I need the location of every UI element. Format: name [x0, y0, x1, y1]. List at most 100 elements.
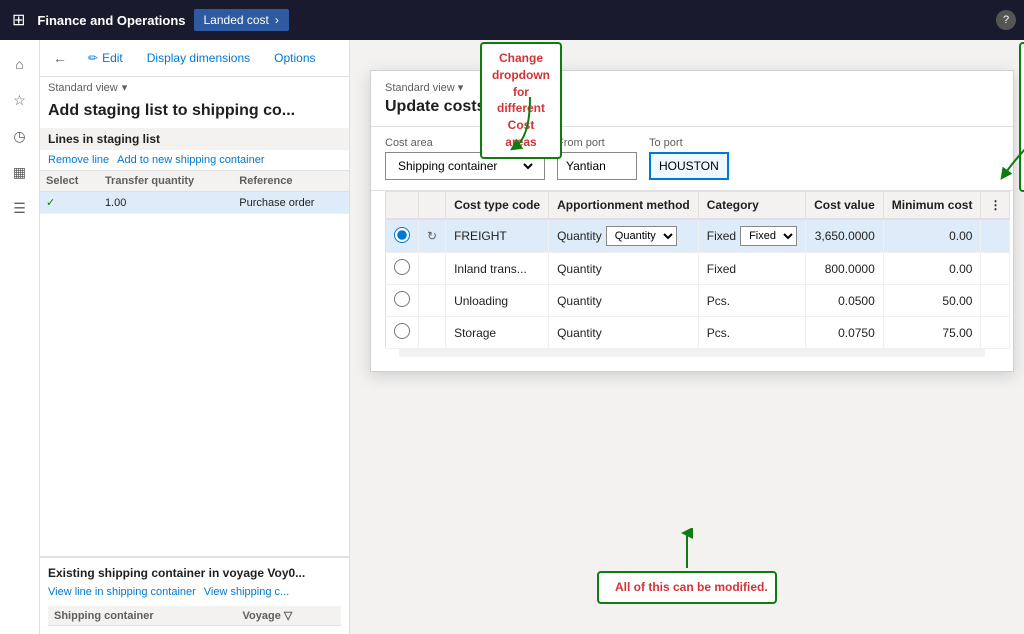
- cost-value-cell: 0.0750: [806, 317, 884, 349]
- sidebar-icon-clock[interactable]: ◷: [4, 120, 36, 152]
- table-row[interactable]: ✓ 1.00 Purchase order: [40, 192, 349, 214]
- sidebar-icons: ⌂ ☆ ◷ ▦ ☰: [0, 40, 40, 634]
- chevron-down-icon: ▾: [122, 81, 128, 94]
- breadcrumb-text: Landed cost: [204, 13, 269, 27]
- remove-line-button[interactable]: Remove line: [48, 154, 109, 166]
- col-apportionment-header: Apportionment method: [549, 192, 699, 220]
- dropdown-arrow: [510, 97, 570, 157]
- col-refresh-header: [419, 192, 446, 220]
- view-shipping-button[interactable]: View shipping c...: [204, 586, 289, 598]
- bottom-table: Shipping container Voyage ▽: [48, 606, 341, 626]
- bottom-arrow: [672, 528, 702, 568]
- display-dimensions-button[interactable]: Display dimensions: [139, 47, 258, 69]
- standard-view-left[interactable]: Standard view ▾: [40, 77, 349, 98]
- topright-arrow: [999, 120, 1024, 180]
- dialog-box: Standard view ▾ Update costs Cost area S…: [370, 70, 1014, 372]
- dialog-standard-view[interactable]: Standard view ▾: [385, 81, 999, 94]
- menu-cell: [981, 253, 1010, 285]
- radio-cell: [386, 285, 419, 317]
- col-transfer-qty: Transfer quantity: [99, 171, 233, 192]
- top-nav-bar: ⊞ Finance and Operations Landed cost › ?: [0, 0, 1024, 40]
- col-radio-header: [386, 192, 419, 220]
- table-row[interactable]: Inland trans... Quantity Fixed 800.0000 …: [386, 253, 1010, 285]
- breadcrumb-chevron: ›: [275, 13, 279, 27]
- apportionment-cell: Quantity: [549, 317, 699, 349]
- qty-cell: 1.00: [99, 192, 233, 214]
- left-panel-bottom: Existing shipping container in voyage Vo…: [40, 556, 349, 634]
- breadcrumb[interactable]: Landed cost ›: [194, 9, 289, 31]
- category-cell: Pcs.: [698, 285, 805, 317]
- refresh-cell: [419, 317, 446, 349]
- left-panel-title: Add staging list to shipping co...: [40, 98, 349, 128]
- dialog-header: Standard view ▾ Update costs: [371, 71, 1013, 127]
- pencil-icon: ✏: [88, 51, 98, 65]
- options-button[interactable]: Options: [266, 47, 323, 69]
- col-category-header: Category: [698, 192, 805, 220]
- min-cost-cell: 75.00: [883, 317, 981, 349]
- staging-section-title: Lines in staging list: [40, 128, 349, 150]
- menu-cell: [981, 317, 1010, 349]
- apportionment-select[interactable]: Quantity: [606, 226, 677, 246]
- cost-area-dropdown[interactable]: Shipping container Voyage Folio: [394, 158, 536, 174]
- bottom-section-title: Existing shipping container in voyage Vo…: [48, 566, 341, 580]
- dialog-title: Update costs: [385, 98, 999, 116]
- cost-value-cell: 800.0000: [806, 253, 884, 285]
- cost-code-cell: Storage: [446, 317, 549, 349]
- left-toolbar: ← ✏ Edit Display dimensions Options: [40, 40, 349, 77]
- callout-bottom: All of this can be modified.: [597, 571, 777, 604]
- filter-icon: ▽: [284, 610, 292, 622]
- scrollbar-x[interactable]: [399, 349, 985, 357]
- staging-toolbar: Remove line Add to new shipping containe…: [40, 150, 349, 171]
- col-reference: Reference: [233, 171, 349, 192]
- menu-cell: [981, 219, 1010, 253]
- sidebar-icon-table[interactable]: ▦: [4, 156, 36, 188]
- back-button[interactable]: ←: [48, 46, 72, 70]
- costs-table: Cost type code Apportionment method Cate…: [385, 191, 1010, 349]
- menu-cell: [981, 285, 1010, 317]
- refresh-cell: [419, 285, 446, 317]
- min-cost-cell: 0.00: [883, 253, 981, 285]
- table-row[interactable]: ↻ FREIGHT Quantity Quantity Fixed: [386, 219, 1010, 253]
- chevron-icon: ▾: [458, 81, 464, 94]
- help-icon[interactable]: ?: [996, 10, 1016, 30]
- cost-value-cell: 3,650.0000: [806, 219, 884, 253]
- col-select: Select: [40, 171, 99, 192]
- apportionment-cell: Quantity: [549, 253, 699, 285]
- to-port-input[interactable]: [649, 152, 729, 180]
- left-panel: ← ✏ Edit Display dimensions Options Stan…: [40, 40, 350, 634]
- ref-cell: Purchase order: [233, 192, 349, 214]
- col-voyage: Voyage ▽: [237, 606, 341, 626]
- cost-code-cell: Unloading: [446, 285, 549, 317]
- refresh-cell[interactable]: ↻: [419, 219, 446, 253]
- bottom-links: View line in shipping container View shi…: [48, 586, 341, 598]
- apportionment-cell[interactable]: Quantity Quantity: [549, 219, 699, 253]
- select-cell: ✓: [40, 192, 99, 214]
- sidebar-icon-home[interactable]: ⌂: [4, 48, 36, 80]
- category-cell: Fixed: [698, 253, 805, 285]
- grid-icon[interactable]: ⊞: [8, 6, 29, 34]
- radio-cell: [386, 219, 419, 253]
- sidebar-icon-list[interactable]: ☰: [4, 192, 36, 224]
- view-line-button[interactable]: View line in shipping container: [48, 586, 196, 598]
- add-to-container-button[interactable]: Add to new shipping container: [117, 154, 264, 166]
- radio-cell: [386, 253, 419, 285]
- col-min-cost-header: Minimum cost: [883, 192, 981, 220]
- category-select[interactable]: Fixed: [740, 226, 797, 246]
- to-port-group: To port: [649, 137, 729, 180]
- edit-button[interactable]: ✏ Edit: [80, 47, 131, 69]
- data-table-container: Cost type code Apportionment method Cate…: [371, 191, 1013, 371]
- table-row[interactable]: Storage Quantity Pcs. 0.0750 75.00: [386, 317, 1010, 349]
- to-port-label: To port: [649, 137, 729, 149]
- col-cost-value-header: Cost value: [806, 192, 884, 220]
- col-menu-header: ⋮: [981, 192, 1010, 220]
- cost-value-cell: 0.0500: [806, 285, 884, 317]
- min-cost-cell: 50.00: [883, 285, 981, 317]
- sidebar-icon-star[interactable]: ☆: [4, 84, 36, 116]
- min-cost-cell: 0.00: [883, 219, 981, 253]
- right-panel: Standard view ▾ Update costs Cost area S…: [350, 40, 1024, 634]
- staging-table: Select Transfer quantity Reference ✓ 1.0…: [40, 171, 349, 214]
- category-cell[interactable]: Fixed Fixed: [698, 219, 805, 253]
- refresh-cell: [419, 253, 446, 285]
- table-row[interactable]: Unloading Quantity Pcs. 0.0500 50.00: [386, 285, 1010, 317]
- apportionment-cell: Quantity: [549, 285, 699, 317]
